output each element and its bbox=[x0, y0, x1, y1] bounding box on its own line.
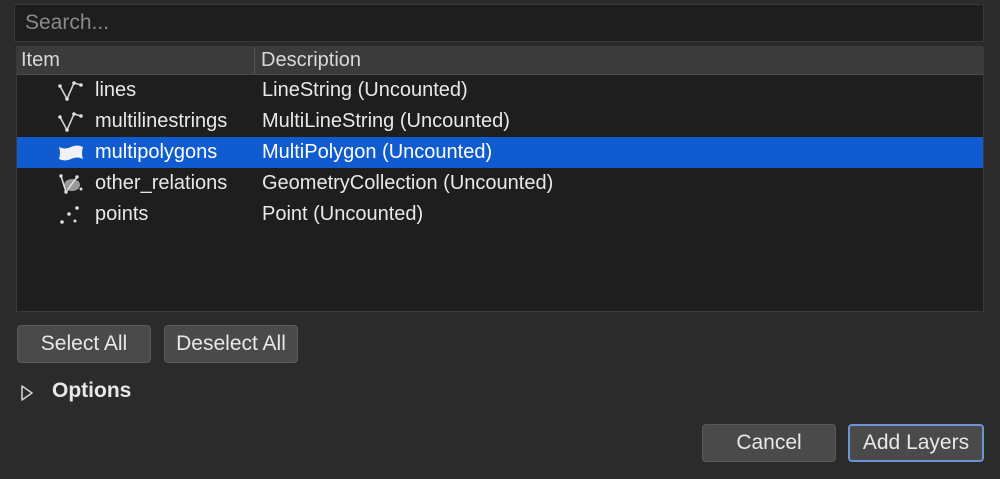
line-layer-icon bbox=[57, 110, 87, 134]
polygon-layer-icon bbox=[57, 141, 87, 165]
layer-name: points bbox=[95, 203, 149, 225]
geometry-collection-icon bbox=[57, 172, 87, 196]
options-label: Options bbox=[52, 379, 132, 402]
layer-description: LineString (Uncounted) bbox=[262, 79, 468, 101]
column-header-description[interactable]: Description bbox=[255, 47, 983, 74]
table-row[interactable]: other_relations GeometryCollection (Unco… bbox=[17, 168, 983, 199]
layer-table: Item Description lines LineString (Uncou… bbox=[16, 46, 984, 312]
layer-description: MultiLineString (Uncounted) bbox=[262, 110, 510, 132]
table-row-selected[interactable]: multipolygons MultiPolygon (Uncounted) bbox=[17, 137, 983, 168]
line-layer-icon bbox=[57, 79, 87, 103]
row-item-cell: other_relations bbox=[17, 172, 262, 196]
layer-name: multipolygons bbox=[95, 141, 218, 163]
select-all-button[interactable]: Select All bbox=[17, 325, 151, 363]
row-item-cell: multipolygons bbox=[17, 141, 262, 165]
table-header: Item Description bbox=[17, 47, 983, 75]
options-disclosure[interactable]: Options bbox=[20, 376, 131, 406]
table-row[interactable]: points Point (Uncounted) bbox=[17, 199, 983, 230]
layer-description: MultiPolygon (Uncounted) bbox=[262, 141, 493, 163]
table-row[interactable]: lines LineString (Uncounted) bbox=[17, 75, 983, 106]
layer-name: multilinestrings bbox=[95, 110, 228, 132]
row-item-cell: multilinestrings bbox=[17, 110, 262, 134]
layer-name: other_relations bbox=[95, 172, 228, 194]
point-layer-icon bbox=[57, 203, 87, 227]
cancel-button[interactable]: Cancel bbox=[702, 424, 836, 462]
add-layers-button[interactable]: Add Layers bbox=[848, 424, 984, 462]
search-input[interactable] bbox=[23, 10, 983, 36]
layer-description: GeometryCollection (Uncounted) bbox=[262, 172, 554, 194]
layer-name: lines bbox=[95, 79, 137, 101]
column-header-item[interactable]: Item bbox=[17, 47, 255, 74]
search-field[interactable] bbox=[14, 4, 984, 42]
layer-description: Point (Uncounted) bbox=[262, 203, 424, 225]
disclosure-triangle-icon[interactable] bbox=[20, 383, 34, 401]
row-item-cell: lines bbox=[17, 79, 262, 103]
table-row[interactable]: multilinestrings MultiLineString (Uncoun… bbox=[17, 106, 983, 137]
row-item-cell: points bbox=[17, 203, 262, 227]
deselect-all-button[interactable]: Deselect All bbox=[164, 325, 298, 363]
